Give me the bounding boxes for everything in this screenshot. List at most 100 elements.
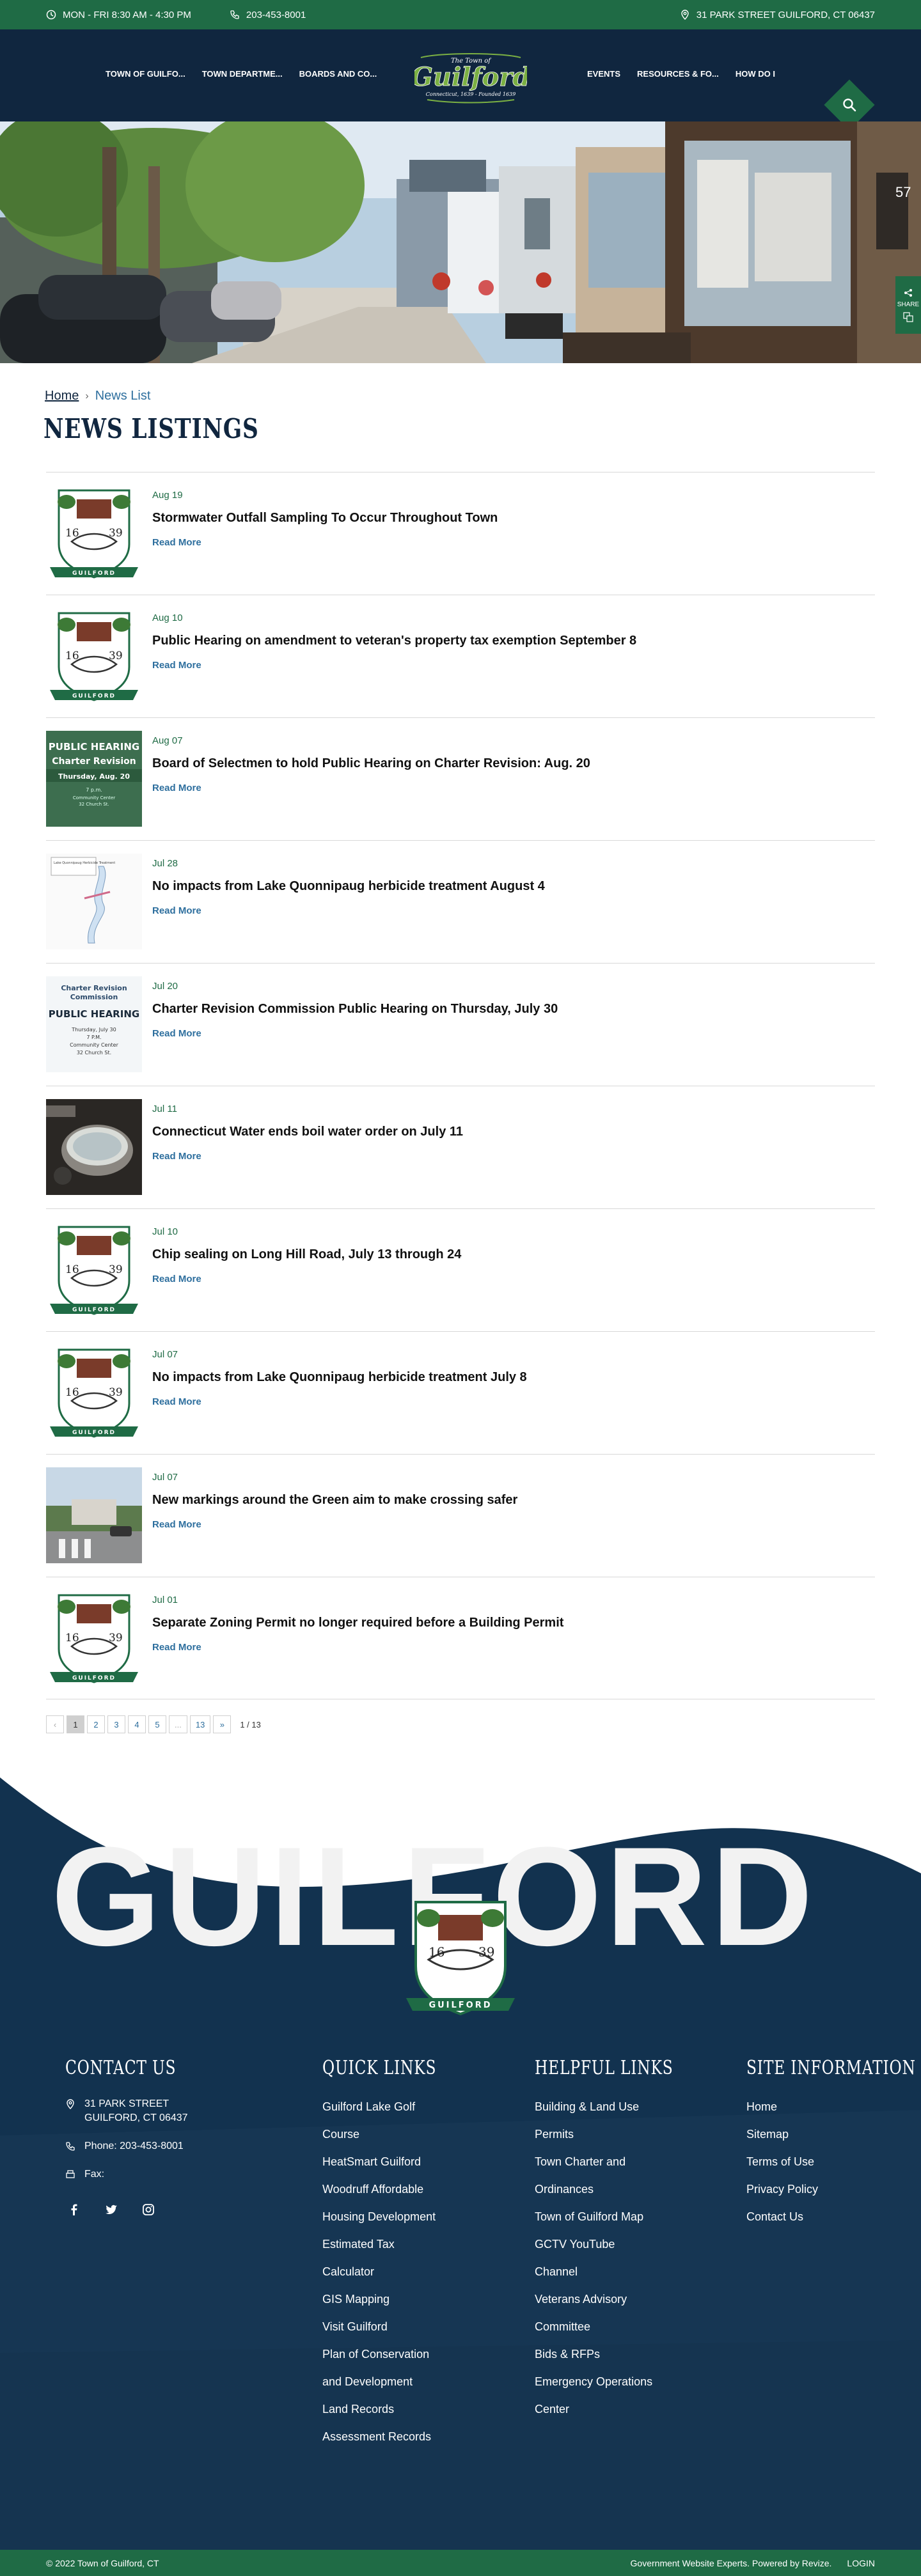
footer-town-seal[interactable]: 16 39 GUILFORD bbox=[403, 1896, 518, 2024]
read-more-link[interactable]: Read More bbox=[152, 905, 201, 916]
footer-link[interactable]: Town Charter and bbox=[535, 2148, 712, 2176]
news-list-item: 16 39 GUILFORD Jul 07 No impacts from La… bbox=[46, 1331, 875, 1454]
boiling-pot-thumbnail bbox=[46, 1099, 142, 1195]
footer-link[interactable]: Permits bbox=[535, 2121, 712, 2148]
footer-link[interactable]: Bids & RFPs bbox=[535, 2341, 712, 2368]
news-text: Aug 19 Stormwater Outfall Sampling To Oc… bbox=[152, 485, 498, 549]
footer-link[interactable]: Visit Guilford bbox=[322, 2313, 469, 2341]
svg-text:Charter Revision: Charter Revision bbox=[52, 756, 136, 767]
news-title[interactable]: Connecticut Water ends boil water order … bbox=[152, 1125, 463, 1139]
footer-link[interactable]: Sitemap bbox=[746, 2121, 921, 2148]
footer-link[interactable]: Committee bbox=[535, 2313, 712, 2341]
news-title[interactable]: Public Hearing on amendment to veteran's… bbox=[152, 634, 636, 648]
footer-link[interactable]: Plan of Conservation bbox=[322, 2341, 469, 2368]
footer-quick-links-column: QUICK LINKS Guilford Lake Golf Course Heat… bbox=[322, 2057, 469, 2451]
news-thumbnail[interactable] bbox=[46, 1467, 142, 1563]
news-thumbnail[interactable]: 16 39 GUILFORD bbox=[46, 1590, 142, 1686]
footer-link[interactable]: Town of Guilford Map bbox=[535, 2203, 712, 2231]
footer-phone[interactable]: Phone: 203-453-8001 bbox=[65, 2139, 207, 2153]
twitter-icon[interactable] bbox=[105, 2203, 118, 2216]
breadcrumb-current[interactable]: News List bbox=[95, 389, 151, 403]
news-thumbnail[interactable]: 16 39 GUILFORD bbox=[46, 1222, 142, 1318]
breadcrumb-home-link[interactable]: Home bbox=[45, 389, 79, 403]
facebook-icon[interactable] bbox=[68, 2203, 81, 2216]
guilford-logo[interactable]: The Town of Guilford Connecticut, 1639 -… bbox=[414, 52, 527, 105]
pagination-page-4[interactable]: 4 bbox=[128, 1715, 146, 1733]
nav-item-town-of-guilford[interactable]: TOWN OF GUILFO... bbox=[106, 69, 185, 79]
footer-link[interactable]: Ordinances bbox=[535, 2176, 712, 2203]
footer-link[interactable]: Channel bbox=[535, 2258, 712, 2286]
news-thumbnail[interactable]: 16 39 GUILFORD bbox=[46, 608, 142, 704]
pagination-page-2[interactable]: 2 bbox=[87, 1715, 105, 1733]
footer-site-info-title: SITE INFORMATION bbox=[746, 2057, 916, 2079]
nav-item-resources-and-forms[interactable]: RESOURCES & FO... bbox=[637, 69, 719, 79]
svg-text:7 P.M.: 7 P.M. bbox=[86, 1034, 101, 1040]
read-more-link[interactable]: Read More bbox=[152, 660, 201, 671]
read-more-link[interactable]: Read More bbox=[152, 1396, 201, 1407]
footer-link[interactable]: Privacy Policy bbox=[746, 2176, 921, 2203]
footer-link[interactable]: Woodruff Affordable bbox=[322, 2176, 469, 2203]
news-title[interactable]: Charter Revision Commission Public Heari… bbox=[152, 1002, 558, 1017]
news-title[interactable]: Separate Zoning Permit no longer require… bbox=[152, 1616, 563, 1630]
pagination-page-1[interactable]: 1 bbox=[67, 1715, 84, 1733]
login-link[interactable]: LOGIN bbox=[847, 2558, 875, 2568]
news-thumbnail[interactable]: Lake Quonnipaug Herbicide Treatment bbox=[46, 854, 142, 949]
news-thumbnail[interactable]: 16 39 GUILFORD bbox=[46, 1345, 142, 1440]
news-thumbnail[interactable]: PUBLIC HEARING Charter Revision Thursday… bbox=[46, 731, 142, 827]
read-more-link[interactable]: Read More bbox=[152, 537, 201, 548]
read-more-link[interactable]: Read More bbox=[152, 1519, 201, 1530]
nav-item-how-do-i[interactable]: HOW DO I bbox=[736, 69, 775, 79]
pagination-prev-button[interactable]: ‹ bbox=[46, 1715, 64, 1733]
pagination-page-13[interactable]: 13 bbox=[189, 1715, 211, 1733]
news-date: Jul 11 bbox=[152, 1104, 177, 1114]
footer-link[interactable]: Course bbox=[322, 2121, 469, 2148]
footer-link[interactable]: Emergency Operations bbox=[535, 2368, 712, 2396]
read-more-link[interactable]: Read More bbox=[152, 1028, 201, 1039]
footer-link[interactable]: and Development bbox=[322, 2368, 469, 2396]
footer-contact-column: CONTACT US 31 PARK STREET GUILFORD, CT 0… bbox=[65, 2057, 207, 2216]
footer-link[interactable]: Estimated Tax bbox=[322, 2231, 469, 2258]
translate-icon[interactable] bbox=[903, 311, 913, 322]
nav-item-boards-and-commissions[interactable]: BOARDS AND CO... bbox=[299, 69, 377, 79]
news-title[interactable]: Stormwater Outfall Sampling To Occur Thr… bbox=[152, 511, 498, 526]
news-thumbnail[interactable]: Charter Revision Commission PUBLIC HEARI… bbox=[46, 976, 142, 1072]
footer-link[interactable]: Guilford Lake Golf bbox=[322, 2093, 469, 2121]
phone-item[interactable]: 203-453-8001 bbox=[230, 10, 306, 20]
footer-link[interactable]: Calculator bbox=[322, 2258, 469, 2286]
news-title[interactable]: New markings around the Green aim to mak… bbox=[152, 1493, 517, 1508]
footer-link[interactable]: GIS Mapping bbox=[322, 2286, 469, 2313]
revize-credit-link[interactable]: Government Website Experts. Powered by R… bbox=[631, 2558, 832, 2568]
news-thumbnail[interactable] bbox=[46, 1099, 142, 1195]
news-title[interactable]: No impacts from Lake Quonnipaug herbicid… bbox=[152, 1370, 527, 1385]
footer-address[interactable]: 31 PARK STREET GUILFORD, CT 06437 bbox=[65, 2097, 207, 2125]
instagram-icon[interactable] bbox=[142, 2203, 155, 2216]
footer-link[interactable]: HeatSmart Guilford bbox=[322, 2148, 469, 2176]
site-header: TOWN OF GUILFO... TOWN DEPARTME... BOARD… bbox=[0, 29, 921, 130]
news-title[interactable]: Chip sealing on Long Hill Road, July 13 … bbox=[152, 1247, 461, 1262]
pagination-page-5[interactable]: 5 bbox=[148, 1715, 166, 1733]
footer-link[interactable]: Terms of Use bbox=[746, 2148, 921, 2176]
read-more-link[interactable]: Read More bbox=[152, 1642, 201, 1653]
news-title[interactable]: Board of Selectmen to hold Public Hearin… bbox=[152, 756, 590, 771]
share-button[interactable]: SHARE bbox=[895, 276, 921, 334]
footer-link[interactable]: Home bbox=[746, 2093, 921, 2121]
footer-link[interactable]: Contact Us bbox=[746, 2203, 921, 2231]
read-more-link[interactable]: Read More bbox=[152, 1274, 201, 1284]
footer-link[interactable]: Assessment Records bbox=[322, 2423, 469, 2451]
news-text: Aug 07 Board of Selectmen to hold Public… bbox=[152, 731, 590, 794]
footer-link[interactable]: Land Records bbox=[322, 2396, 469, 2423]
address-item[interactable]: 31 PARK STREET GUILFORD, CT 06437 bbox=[680, 10, 875, 20]
footer-link[interactable]: Veterans Advisory bbox=[535, 2286, 712, 2313]
footer-link[interactable]: GCTV YouTube bbox=[535, 2231, 712, 2258]
news-title[interactable]: No impacts from Lake Quonnipaug herbicid… bbox=[152, 879, 545, 894]
pagination-next-button[interactable]: » bbox=[213, 1715, 232, 1733]
pagination-page-3[interactable]: 3 bbox=[107, 1715, 125, 1733]
footer-link[interactable]: Building & Land Use bbox=[535, 2093, 712, 2121]
nav-item-events[interactable]: EVENTS bbox=[587, 69, 620, 79]
read-more-link[interactable]: Read More bbox=[152, 1151, 201, 1162]
nav-item-town-departments[interactable]: TOWN DEPARTME... bbox=[202, 69, 283, 79]
footer-link[interactable]: Center bbox=[535, 2396, 712, 2423]
news-thumbnail[interactable]: 16 39 GUILFORD bbox=[46, 485, 142, 581]
read-more-link[interactable]: Read More bbox=[152, 783, 201, 793]
footer-link[interactable]: Housing Development bbox=[322, 2203, 469, 2231]
